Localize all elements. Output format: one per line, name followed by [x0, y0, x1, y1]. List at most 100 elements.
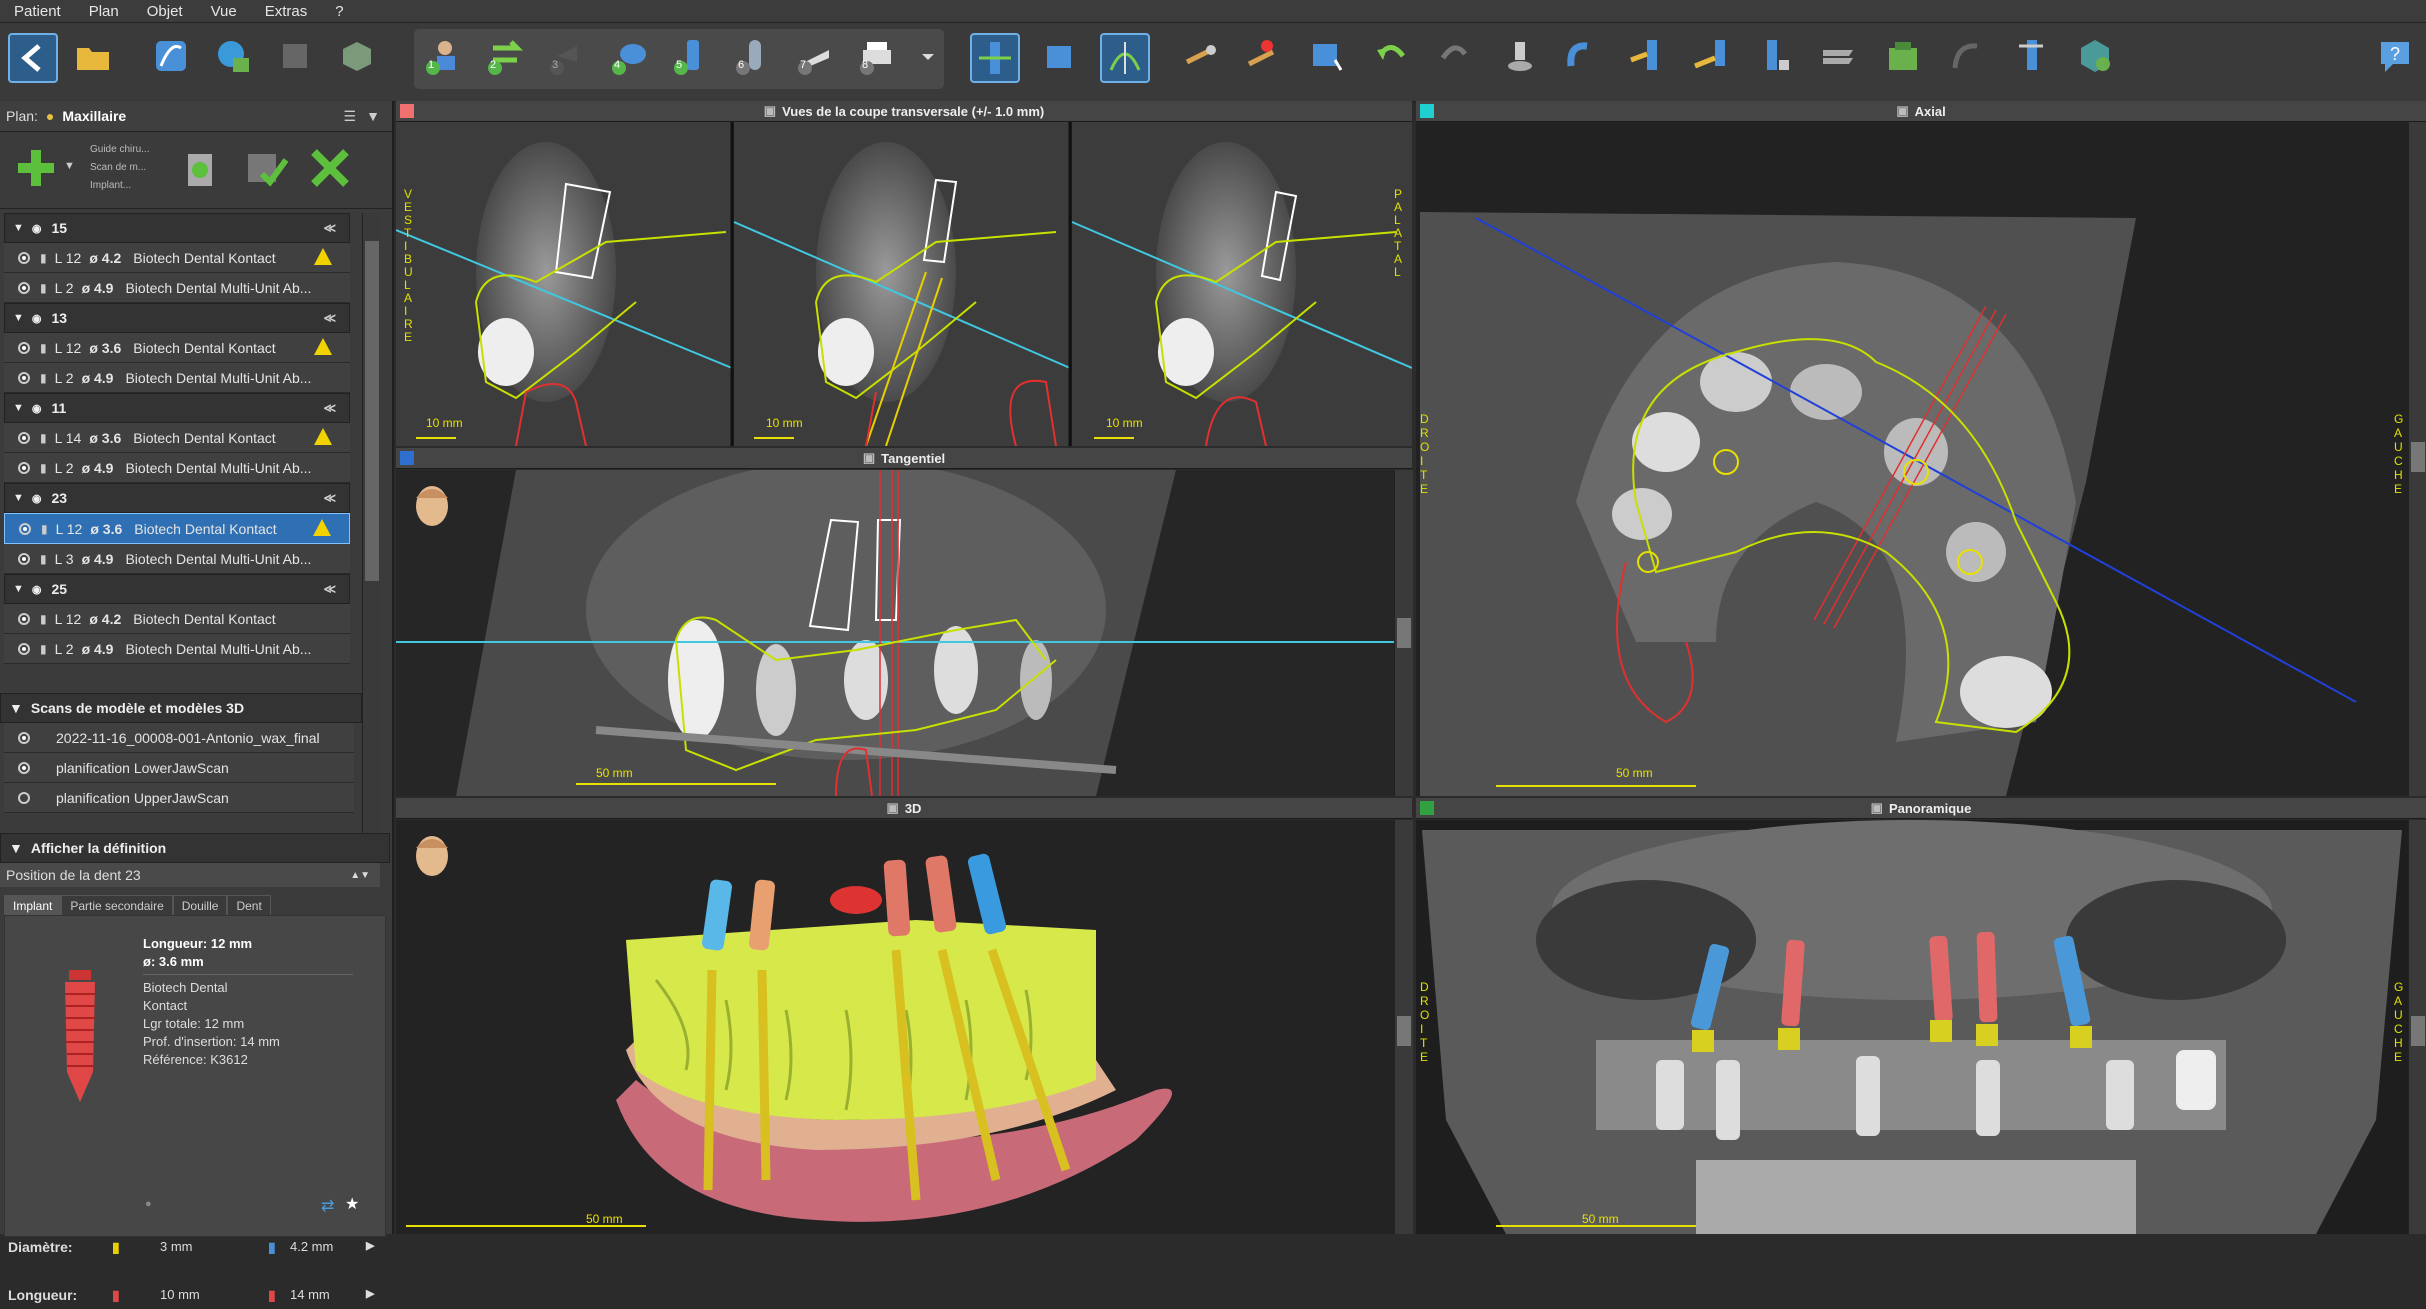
visibility-eye-icon[interactable]: ◉ [32, 492, 42, 505]
tangential-flag[interactable] [400, 451, 414, 465]
panoramic-flag[interactable] [1420, 801, 1434, 815]
diameter-small-value[interactable]: 3 mm [160, 1239, 193, 1254]
step-4-button[interactable]: 4 [606, 33, 652, 79]
length-long-value[interactable]: 14 mm [290, 1287, 330, 1302]
tooth-tool-button[interactable] [1496, 33, 1542, 79]
implant-tool-a-button[interactable] [1624, 33, 1670, 79]
plan-dropdown-icon[interactable]: ▼ [366, 108, 380, 124]
back-button[interactable] [8, 33, 58, 83]
cross-section-view[interactable]: VESTIBULAIRE PALATAL 10 mm 10 mm 10 mm [396, 122, 1412, 446]
implant-row[interactable]: ▮ L 12 ø 4.2 Biotech Dental Kontact [4, 604, 350, 634]
diameter-small-icon[interactable]: ▮ [112, 1239, 120, 1256]
warning-icon[interactable] [314, 248, 332, 265]
warning-icon[interactable] [314, 428, 332, 445]
visibility-radio[interactable] [18, 642, 30, 655]
undo-button[interactable] [1368, 33, 1414, 79]
view-curve-button[interactable] [1100, 33, 1150, 83]
add-implant-label[interactable]: Implant... [90, 180, 131, 191]
menu-plan[interactable]: Plan [75, 3, 133, 20]
tab-tooth[interactable]: Dent [227, 895, 271, 916]
step-2-button[interactable]: 2 [482, 33, 528, 79]
implant-row[interactable]: ▮ L 2 ø 4.9 Biotech Dental Multi-Unit Ab... [4, 363, 350, 393]
chevron-right-icon[interactable]: ▶ [366, 1287, 374, 1300]
scans-header[interactable]: ▼ Scans de modèle et modèles 3D [0, 693, 362, 723]
scan-item[interactable]: 2022-11-16_00008-001-Antonio_wax_final [4, 723, 354, 753]
validate-button[interactable] [242, 144, 290, 197]
menu-objet[interactable]: Objet [133, 3, 197, 20]
implant-row[interactable]: ▮ L 2 ø 4.9 Biotech Dental Multi-Unit Ab... [4, 634, 350, 664]
implant-group-header[interactable]: ▼ ◉ 13 ≪ [4, 303, 350, 333]
add-scan-label[interactable]: Scan de m... [90, 162, 146, 173]
measure-button[interactable] [1178, 33, 1224, 79]
visibility-radio[interactable] [18, 251, 30, 264]
visibility-eye-icon[interactable]: ◉ [32, 312, 42, 325]
3d-view[interactable]: 50 mm [396, 820, 1394, 1234]
length-short-value[interactable]: 10 mm [160, 1287, 200, 1302]
implant-tool-c-button[interactable] [1752, 33, 1798, 79]
implant-row[interactable]: ▮ L 2 ø 4.9 Biotech Dental Multi-Unit Ab... [4, 273, 350, 303]
scrollbar-thumb[interactable] [2411, 442, 2425, 472]
length-long-icon[interactable]: ▮ [268, 1287, 276, 1304]
scan-item[interactable]: planification UpperJawScan [4, 783, 354, 813]
expand-chevron-icon[interactable]: ≪ [323, 491, 336, 505]
tab-implant[interactable]: Implant [4, 895, 62, 916]
axial-view[interactable]: DROITE GAUCHE 50 mm [1416, 122, 2408, 796]
trash-button[interactable] [178, 144, 222, 197]
implant-list-scrollbar[interactable] [362, 213, 381, 853]
menu-help[interactable]: ? [321, 3, 357, 20]
expand-chevron-icon[interactable]: ≪ [323, 221, 336, 235]
implant-row[interactable]: ▮ L 12 ø 3.6 Biotech Dental Kontact [4, 513, 350, 544]
add-guide-label[interactable]: Guide chiru... [90, 144, 149, 155]
tab-secondary[interactable]: Partie secondaire [61, 895, 173, 916]
diameter-large-icon[interactable]: ▮ [268, 1239, 276, 1256]
implant-tool-b-button[interactable] [1688, 33, 1734, 79]
open-folder-button[interactable] [70, 33, 116, 79]
visibility-radio[interactable] [18, 281, 30, 294]
chevron-right-icon[interactable]: ▶ [366, 1239, 374, 1252]
expand-chevron-icon[interactable]: ≪ [323, 401, 336, 415]
visibility-radio[interactable] [18, 371, 30, 384]
panoramic-scrollbar[interactable] [2408, 820, 2426, 1234]
implant-group-header[interactable]: ▼ ◉ 15 ≪ [4, 213, 350, 243]
cross-section-flag[interactable] [400, 104, 414, 118]
add-dropdown-icon[interactable]: ▼ [64, 160, 75, 172]
implant-row[interactable]: ▮ L 12 ø 3.6 Biotech Dental Kontact [4, 333, 350, 363]
view-box-button[interactable] [1036, 33, 1082, 79]
scan-item[interactable]: planification LowerJawScan [4, 753, 354, 783]
3d-scrollbar[interactable] [1394, 820, 1413, 1234]
camera-icon[interactable]: ▣ [863, 450, 875, 466]
favorite-star-icon[interactable]: ★ [345, 1194, 359, 1214]
view-implant-button[interactable] [970, 33, 1020, 83]
delete-measure-button[interactable] [1240, 33, 1286, 79]
export-button[interactable] [1880, 33, 1926, 79]
visibility-radio[interactable] [18, 612, 30, 625]
scrollbar-thumb[interactable] [365, 241, 379, 581]
warning-icon[interactable] [313, 519, 331, 536]
add-button[interactable] [14, 146, 58, 190]
redo-button[interactable] [1432, 33, 1478, 79]
arch-tool-button[interactable] [1560, 33, 1606, 79]
curve-button[interactable] [148, 33, 194, 79]
step-3-button[interactable]: 3 [544, 33, 590, 79]
camera-icon[interactable]: ▣ [887, 800, 899, 816]
workflow-dropdown[interactable] [918, 33, 938, 79]
position-selector[interactable]: Position de la dent 23 ▲▼ [0, 863, 380, 887]
select-object-button[interactable] [1304, 33, 1350, 79]
step-1-button[interactable]: 1 [420, 33, 466, 79]
menu-patient[interactable]: Patient [0, 3, 75, 20]
help-button[interactable]: ? [2372, 33, 2418, 79]
visibility-eye-icon[interactable]: ◉ [32, 222, 42, 235]
implant-group-header[interactable]: ▼ ◉ 11 ≪ [4, 393, 350, 423]
expand-chevron-icon[interactable]: ≪ [323, 311, 336, 325]
step-7-button[interactable]: 7 [792, 33, 838, 79]
length-short-icon[interactable]: ▮ [112, 1287, 120, 1304]
implant-row[interactable]: ▮ L 3 ø 4.9 Biotech Dental Multi-Unit Ab... [4, 544, 350, 574]
step-5-button[interactable]: 5 [668, 33, 714, 79]
axial-flag[interactable] [1420, 104, 1434, 118]
visibility-radio[interactable] [18, 791, 30, 804]
implant-library-button[interactable] [2008, 33, 2054, 79]
info-icon[interactable]: ● [145, 1198, 152, 1210]
visibility-radio[interactable] [19, 522, 31, 535]
definition-header[interactable]: ▼ Afficher la définition [0, 833, 390, 863]
tangential-scrollbar[interactable] [1394, 470, 1413, 796]
